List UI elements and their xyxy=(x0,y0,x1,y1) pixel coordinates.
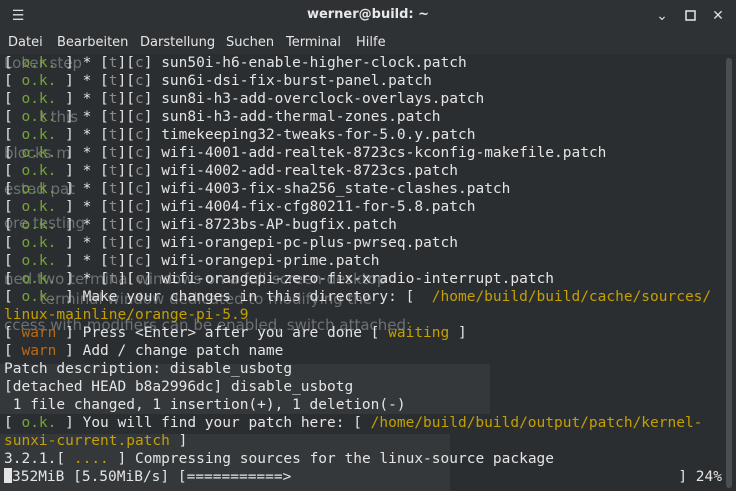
terminal-line: [ o.k. ] Make your changes in this direc… xyxy=(4,289,712,305)
patch-name: sun6i-dsi-fix-burst-panel.patch xyxy=(161,73,432,89)
patch-line: [ o.k. ] * [t][c] wifi-4002-add-realtek-… xyxy=(4,163,458,179)
patch-name: sun8i-h3-add-thermal-zones.patch xyxy=(161,109,441,125)
terminal-window: ☰ werner@build: ~ ⌄ ✕ Datei Bearbeiten D… xyxy=(0,0,736,491)
patch-name: timekeeping32-tweaks-for-5.0.y.patch xyxy=(161,127,476,143)
patch-line: [ o.k. ] * [t][c] sun50i-h6-enable-highe… xyxy=(4,55,467,71)
menu-bearbeiten[interactable]: Bearbeiten xyxy=(57,35,128,50)
patch-line: [ o.k. ] * [t][c] sun8i-h3-add-thermal-z… xyxy=(4,109,441,125)
patch-line: [ o.k. ] * [t][c] wifi-4004-fix-cfg80211… xyxy=(4,199,476,215)
patch-line: [ o.k. ] * [t][c] wifi-orangepi-prime.pa… xyxy=(4,253,380,269)
patch-line: [ o.k. ] * [t][c] wifi-4001-add-realtek-… xyxy=(4,145,607,161)
terminal-line: [detached HEAD b8a2996dc] disable_usbotg xyxy=(4,379,354,395)
patch-line: [ o.k. ] * [t][c] wifi-orangepi-pc-plus-… xyxy=(4,235,458,251)
terminal-line: linux-mainline/orange-pi-5.9 xyxy=(4,307,249,323)
menu-bar: Datei Bearbeiten Darstellung Suchen Term… xyxy=(0,32,736,54)
terminal-line: [ o.k. ] You will find your patch here: … xyxy=(4,415,703,431)
terminal-line: Patch description: disable_usbotg xyxy=(4,361,293,377)
maximize-icon[interactable] xyxy=(680,6,700,26)
menu-hilfe[interactable]: Hilfe xyxy=(356,35,386,50)
patch-name: sun8i-h3-add-overclock-overlays.patch xyxy=(161,91,485,107)
patch-line: [ o.k. ] * [t][c] sun6i-dsi-fix-burst-pa… xyxy=(4,73,432,89)
patch-name: wifi-4002-add-realtek-8723cs.patch xyxy=(161,163,458,179)
scrollbar[interactable] xyxy=(722,54,736,491)
terminal-line: 1 file changed, 1 insertion(+), 1 deleti… xyxy=(4,397,406,413)
patch-line: [ o.k. ] * [t][c] wifi-4003-fix-sha256_s… xyxy=(4,181,511,197)
patch-name: wifi-4003-fix-sha256_state-clashes.patch xyxy=(161,181,511,197)
terminal-line: [ warn ] Add / change patch name xyxy=(4,343,284,359)
progress-percent: ] 24% xyxy=(678,469,722,485)
terminal-line: 3.2.1.[ .... ] Compressing sources for t… xyxy=(4,451,555,467)
terminal-line: sunxi-current.patch ] xyxy=(4,433,188,449)
title-bar: ☰ werner@build: ~ ⌄ ✕ xyxy=(0,0,736,32)
terminal-line: [ warn ] Press <Enter> after you are don… xyxy=(4,325,467,341)
progress-line: 352MiB [5.50MiB/s] [===========> xyxy=(4,468,291,486)
patch-name: wifi-orangepi-prime.patch xyxy=(161,253,380,269)
menu-suchen[interactable]: Suchen xyxy=(226,35,274,50)
patch-name: wifi-orangepi-pc-plus-pwrseq.patch xyxy=(161,235,458,251)
patch-line: [ o.k. ] * [t][c] wifi-8723bs-AP-bugfix.… xyxy=(4,217,397,233)
patch-name: wifi-4004-fix-cfg80211-for-5.8.patch xyxy=(161,199,476,215)
patch-line: [ o.k. ] * [t][c] sun8i-h3-add-overclock… xyxy=(4,91,485,107)
patch-line: [ o.k. ] * [t][c] timekeeping32-tweaks-f… xyxy=(4,127,476,143)
menu-darstellung[interactable]: Darstellung xyxy=(140,35,215,50)
patch-line: [ o.k. ] * [t][c] wifi-orangepi-zero-fix… xyxy=(4,271,555,287)
minimize-icon[interactable]: ⌄ xyxy=(652,6,672,26)
patch-name: sun50i-h6-enable-higher-clock.patch xyxy=(161,55,467,71)
close-icon[interactable]: ✕ xyxy=(708,6,728,26)
scrollbar-thumb[interactable] xyxy=(726,58,732,488)
patch-name: wifi-4001-add-realtek-8723cs-kconfig-mak… xyxy=(161,145,607,161)
text-cursor xyxy=(4,468,12,483)
window-title: werner@build: ~ xyxy=(306,7,430,22)
patch-name: wifi-8723bs-AP-bugfix.patch xyxy=(161,217,397,233)
terminal-output[interactable]: Loker step t this blocks m ested pat ore… xyxy=(0,54,722,491)
menu-datei[interactable]: Datei xyxy=(8,35,43,50)
patch-name: wifi-orangepi-zero-fix-xradio-interrupt.… xyxy=(161,271,555,287)
menu-terminal[interactable]: Terminal xyxy=(286,35,341,50)
